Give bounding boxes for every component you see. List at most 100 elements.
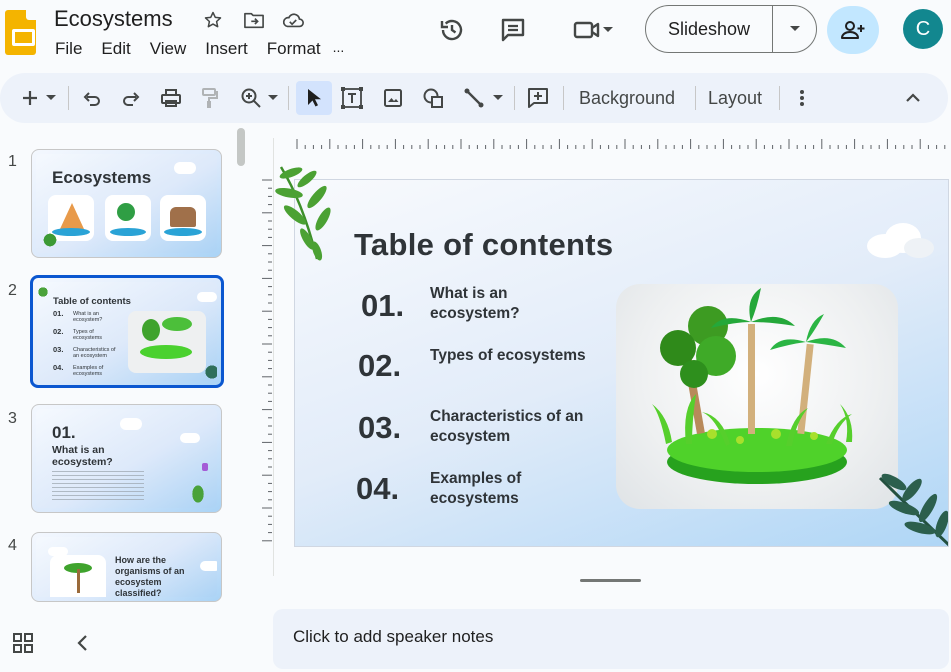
thumb-toc-text: Characteristics of an ecosystem: [73, 347, 116, 359]
slide-number: 2: [8, 282, 17, 299]
plus-icon: [23, 91, 37, 105]
document-title[interactable]: Ecosystems: [54, 6, 173, 32]
select-tool-icon-wrap[interactable]: [301, 85, 327, 111]
share-button[interactable]: [827, 6, 879, 54]
slide-thumbnail-3[interactable]: 01. What is an ecosystem?: [31, 404, 222, 513]
cloud-decoration: [867, 223, 934, 258]
menu-format[interactable]: Format: [267, 39, 321, 59]
print-button[interactable]: [158, 85, 184, 111]
slide-number: 4: [8, 537, 17, 554]
toc-number-1[interactable]: 01.: [361, 288, 404, 324]
account-avatar[interactable]: C: [903, 9, 943, 49]
thumb-toc-num: 01.: [53, 309, 64, 318]
menu-view[interactable]: View: [150, 39, 187, 59]
more-options-button[interactable]: [789, 85, 815, 111]
thumb-title: Table of contents: [53, 296, 131, 307]
paint-format-button[interactable]: [197, 85, 223, 111]
history-icon: [440, 19, 463, 41]
insert-image-button[interactable]: [380, 85, 406, 111]
chevron-left-icon: [77, 635, 87, 651]
comment-icon: [501, 18, 525, 42]
insert-comment-button[interactable]: [525, 85, 551, 111]
slide-title[interactable]: Table of contents: [354, 227, 613, 263]
thumb-title: How are the organisms of an ecosystem cl…: [115, 555, 185, 597]
thumb-toc-text: What is an ecosystem?: [73, 311, 103, 323]
toolbar: Background Layout: [0, 73, 948, 123]
collapse-toolbar-button[interactable]: [900, 85, 926, 111]
print-icon: [161, 89, 181, 107]
vertical-ruler[interactable]: [262, 176, 272, 548]
chevron-down-icon: [268, 95, 278, 100]
grid-view-button[interactable]: [12, 632, 34, 659]
new-slide-layout-dropdown[interactable]: [43, 85, 59, 111]
thumb-toc-text: Types of ecosystems: [73, 329, 103, 341]
undo-button[interactable]: [79, 85, 105, 111]
thumb-toc-num: 02.: [53, 327, 64, 336]
chevron-down-icon: [493, 95, 503, 100]
menu-insert[interactable]: Insert: [205, 39, 248, 59]
line-button[interactable]: [461, 85, 487, 111]
slideshow-button[interactable]: Slideshow: [645, 5, 817, 53]
cloud-saved-icon[interactable]: [281, 8, 305, 32]
meet-button[interactable]: [563, 10, 623, 50]
toc-text-2[interactable]: Types of ecosystems: [430, 346, 600, 366]
layout-button[interactable]: Layout: [708, 88, 762, 109]
comments-button[interactable]: [493, 10, 533, 50]
add-person-icon: [841, 21, 865, 39]
thumb-image-forest: [105, 195, 151, 241]
chevron-up-icon: [906, 93, 920, 102]
toc-number-3[interactable]: 03.: [358, 410, 401, 446]
slides-logo[interactable]: [5, 10, 36, 55]
filmstrip-scrollbar[interactable]: [237, 128, 245, 166]
version-history-button[interactable]: [432, 10, 472, 50]
toc-text-4[interactable]: Examples of ecosystems: [430, 469, 600, 509]
background-button[interactable]: Background: [579, 88, 675, 109]
slideshow-options-button[interactable]: [773, 25, 816, 33]
add-comment-icon: [528, 88, 548, 108]
text-box-button[interactable]: [339, 85, 365, 111]
line-dropdown[interactable]: [490, 85, 506, 111]
slide-thumbnail-1[interactable]: Ecosystems: [31, 149, 222, 258]
speaker-notes[interactable]: Click to add speaker notes: [273, 609, 949, 669]
slide-canvas[interactable]: Table of contents 01. What is an ecosyst…: [294, 179, 949, 547]
thumb-toc-num: 03.: [53, 345, 64, 354]
thumb-image-palms: [50, 555, 106, 597]
notes-resize-handle[interactable]: [580, 579, 641, 582]
thumb-toc-text: Examples of ecosystems: [73, 365, 104, 377]
toc-number-4[interactable]: 04.: [356, 471, 399, 507]
toc-text-1[interactable]: What is an ecosystem?: [430, 284, 600, 324]
redo-icon: [123, 92, 140, 106]
toc-text-3[interactable]: Characteristics of an ecosystem: [430, 407, 600, 447]
image-icon: [384, 89, 402, 107]
speaker-notes-placeholder[interactable]: Click to add speaker notes: [293, 627, 493, 647]
zoom-icon: [241, 88, 261, 108]
horizontal-ruler[interactable]: [293, 139, 949, 149]
thumb-image-rock: [160, 195, 206, 241]
slide-thumbnail-4[interactable]: How are the organisms of an ecosystem cl…: [31, 532, 222, 602]
collapse-filmstrip-button[interactable]: [76, 634, 90, 657]
menu-file[interactable]: File: [55, 39, 82, 59]
shape-button[interactable]: [420, 85, 446, 111]
redo-button[interactable]: [118, 85, 144, 111]
zoom-button[interactable]: [238, 85, 264, 111]
thumb-title: What is an ecosystem?: [52, 444, 113, 468]
slide-number: 1: [8, 153, 17, 170]
jungle-island-image[interactable]: [616, 284, 898, 509]
slide-number: 3: [8, 410, 17, 427]
new-slide-button[interactable]: [17, 85, 43, 111]
thumb-num: 01.: [52, 423, 76, 442]
zoom-dropdown[interactable]: [265, 85, 281, 111]
toc-number-2[interactable]: 02.: [358, 348, 401, 384]
menu-edit[interactable]: Edit: [101, 39, 130, 59]
leaf-decoration: [878, 473, 948, 546]
slideshow-label[interactable]: Slideshow: [646, 6, 773, 52]
slide-thumbnail-2-selected[interactable]: Table of contents 01. What is an ecosyste…: [30, 275, 224, 388]
menu-more[interactable]: ...: [333, 39, 345, 59]
move-to-folder-icon[interactable]: [242, 8, 266, 32]
star-icon[interactable]: [201, 8, 225, 32]
chevron-down-icon: [603, 27, 613, 32]
more-vert-icon: [800, 90, 804, 106]
line-icon: [464, 88, 484, 108]
undo-icon: [83, 92, 100, 106]
video-camera-icon: [573, 21, 600, 39]
